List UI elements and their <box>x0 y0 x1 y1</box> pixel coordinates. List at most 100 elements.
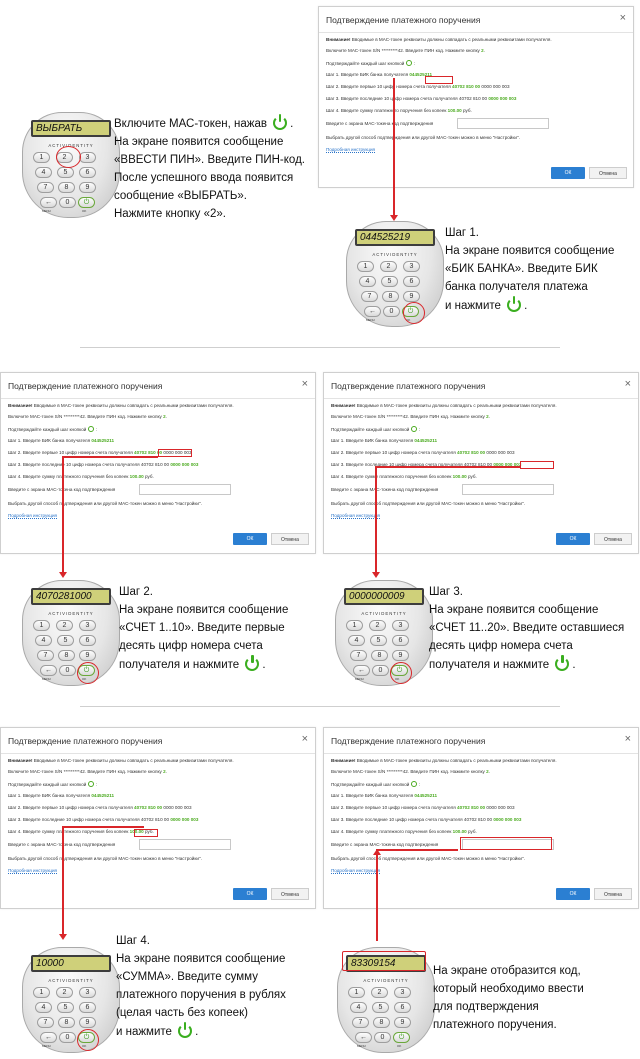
cancel-button[interactable]: Отмена <box>271 533 309 545</box>
key-5[interactable]: 5 <box>57 635 74 646</box>
cancel-button[interactable]: Отмена <box>594 533 632 545</box>
key-back[interactable]: ← <box>40 665 57 676</box>
key-back[interactable]: ← <box>355 1032 372 1043</box>
confirmation-code-input[interactable] <box>139 839 231 850</box>
cancel-button[interactable]: Отмена <box>594 888 632 900</box>
ok-button[interactable]: ОК <box>556 533 590 545</box>
key-2[interactable]: 2 <box>56 620 73 631</box>
details-link[interactable]: Подробная инструкция <box>8 868 57 874</box>
key-1[interactable]: 1 <box>357 261 374 272</box>
key-6[interactable]: 6 <box>79 635 96 646</box>
key-0[interactable]: 0 <box>383 306 400 317</box>
key-9[interactable]: 9 <box>403 291 420 302</box>
cancel-button[interactable]: Отмена <box>589 167 627 179</box>
intro-text: Включите МАС-токен, нажав . На экране по… <box>114 114 305 223</box>
details-link[interactable]: Подробная инструкция <box>331 868 380 874</box>
key-0[interactable]: 0 <box>372 665 389 676</box>
key-7[interactable]: 7 <box>350 650 367 661</box>
key-3[interactable]: 3 <box>79 152 96 163</box>
cancel-button[interactable]: Отмена <box>271 888 309 900</box>
ok-button[interactable]: ОК <box>551 167 585 179</box>
confirmation-code-input[interactable] <box>139 484 231 495</box>
key-3[interactable]: 3 <box>79 620 96 631</box>
key-5[interactable]: 5 <box>381 276 398 287</box>
close-icon[interactable]: × <box>302 378 308 390</box>
key-9[interactable]: 9 <box>79 1017 96 1028</box>
key-6[interactable]: 6 <box>403 276 420 287</box>
close-icon[interactable]: × <box>625 733 631 745</box>
key-5[interactable]: 5 <box>372 1002 389 1013</box>
key-8[interactable]: 8 <box>371 650 388 661</box>
mac-token-device: 83309154 ACTIVIDENTITY 1 2 3 4 5 6 7 8 9… <box>337 947 435 1053</box>
key-3[interactable]: 3 <box>394 987 411 998</box>
key-4[interactable]: 4 <box>350 1002 367 1013</box>
key-4[interactable]: 4 <box>35 1002 52 1013</box>
confirmation-code-input[interactable] <box>462 484 554 495</box>
ok-button[interactable]: ОК <box>233 888 267 900</box>
key-7[interactable]: 7 <box>37 182 54 193</box>
details-link[interactable]: Подробная инструкция <box>326 147 375 153</box>
key-9[interactable]: 9 <box>79 650 96 661</box>
key-9[interactable]: 9 <box>79 182 96 193</box>
dialog-title: Подтверждение платежного поручения <box>331 736 486 746</box>
key-4[interactable]: 4 <box>359 276 376 287</box>
key-4[interactable]: 4 <box>348 635 365 646</box>
key-0[interactable]: 0 <box>59 197 76 208</box>
key-7[interactable]: 7 <box>361 291 378 302</box>
key-1[interactable]: 1 <box>346 620 363 631</box>
key-5[interactable]: 5 <box>370 635 387 646</box>
key-back[interactable]: ← <box>353 665 370 676</box>
key-8[interactable]: 8 <box>58 1017 75 1028</box>
details-link[interactable]: Подробная инструкция <box>331 513 380 519</box>
key-5[interactable]: 5 <box>57 167 74 178</box>
key-0[interactable]: 0 <box>59 665 76 676</box>
key-3[interactable]: 3 <box>79 987 96 998</box>
key-1[interactable]: 1 <box>33 987 50 998</box>
token-brand: ACTIVIDENTITY <box>48 978 94 983</box>
key-2[interactable]: 2 <box>369 620 386 631</box>
key-2[interactable]: 2 <box>380 261 397 272</box>
ok-button[interactable]: ОК <box>233 533 267 545</box>
key-2[interactable]: 2 <box>56 987 73 998</box>
key-6[interactable]: 6 <box>392 635 409 646</box>
key-3[interactable]: 3 <box>403 261 420 272</box>
ok-button[interactable]: ОК <box>556 888 590 900</box>
step3-line-4: десять цифр номера счета <box>429 640 573 652</box>
confirmation-code-input[interactable] <box>457 118 549 129</box>
key-6[interactable]: 6 <box>394 1002 411 1013</box>
key-0[interactable]: 0 <box>59 1032 76 1043</box>
key-3[interactable]: 3 <box>392 620 409 631</box>
key-0[interactable]: 0 <box>374 1032 391 1043</box>
highlight-box <box>460 837 552 850</box>
key-7[interactable]: 7 <box>37 650 54 661</box>
close-icon[interactable]: × <box>302 733 308 745</box>
menu-label: MENU <box>355 677 364 681</box>
key-4[interactable]: 4 <box>35 635 52 646</box>
key-7[interactable]: 7 <box>37 1017 54 1028</box>
details-link[interactable]: Подробная инструкция <box>8 513 57 519</box>
alt-method-line: Выбрать другой способ подтверждения или … <box>331 856 525 861</box>
key-back[interactable]: ← <box>40 197 57 208</box>
key-8[interactable]: 8 <box>373 1017 390 1028</box>
key-8[interactable]: 8 <box>58 182 75 193</box>
power-key[interactable]: ⏻ <box>78 197 95 208</box>
key-back[interactable]: ← <box>364 306 381 317</box>
key-6[interactable]: 6 <box>79 167 96 178</box>
key-6[interactable]: 6 <box>79 1002 96 1013</box>
key-5[interactable]: 5 <box>57 1002 74 1013</box>
close-icon[interactable]: × <box>625 378 631 390</box>
key-9[interactable]: 9 <box>394 1017 411 1028</box>
key-8[interactable]: 8 <box>382 291 399 302</box>
key-1[interactable]: 1 <box>348 987 365 998</box>
key-2[interactable]: 2 <box>371 987 388 998</box>
key-1[interactable]: 1 <box>33 620 50 631</box>
key-1[interactable]: 1 <box>33 152 50 163</box>
key-7[interactable]: 7 <box>352 1017 369 1028</box>
key-back[interactable]: ← <box>40 1032 57 1043</box>
key-9[interactable]: 9 <box>392 650 409 661</box>
close-icon[interactable]: × <box>620 12 626 24</box>
key-8[interactable]: 8 <box>58 650 75 661</box>
key-4[interactable]: 4 <box>35 167 52 178</box>
power-key[interactable]: ⏻ <box>393 1032 410 1043</box>
token-brand: ACTIVIDENTITY <box>361 611 407 616</box>
